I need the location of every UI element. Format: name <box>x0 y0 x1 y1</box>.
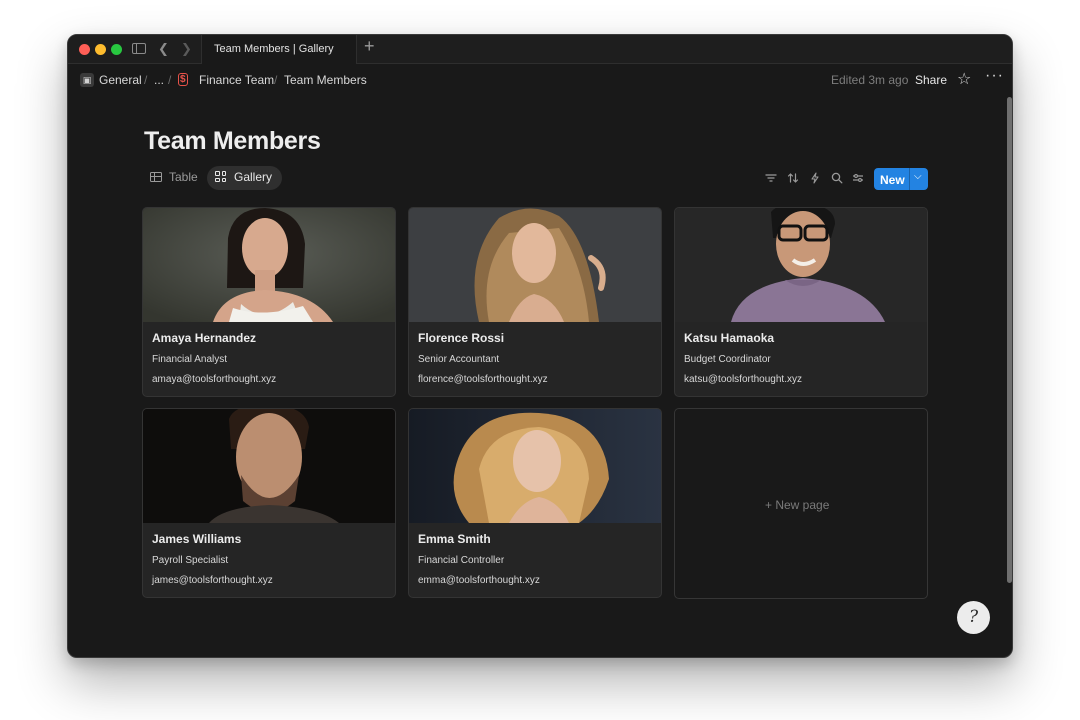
card-email: emma@toolsforthought.xyz <box>418 575 540 586</box>
tab-bar: ❮ ❯ Team Members | Gallery + <box>68 35 1012 64</box>
scrollbar[interactable] <box>1006 97 1012 653</box>
breadcrumb-separator: / <box>168 73 172 87</box>
profile-photo <box>143 409 395 523</box>
share-button[interactable]: Share <box>915 73 947 87</box>
card-email: amaya@toolsforthought.xyz <box>152 374 277 385</box>
tab-title: Team Members | Gallery <box>214 43 334 55</box>
gallery-icon <box>215 171 227 183</box>
breadcrumb-separator: / <box>274 73 278 87</box>
minimize-window-button[interactable] <box>95 44 106 55</box>
new-button-label: New <box>880 173 905 187</box>
page-header: ▣ General / ... / $ Finance Team / Team … <box>68 65 1012 95</box>
star-icon[interactable]: ☆ <box>957 69 971 89</box>
profile-photo <box>675 208 927 322</box>
gallery-card-james[interactable]: James Williams Payroll Specialist james@… <box>142 408 396 598</box>
card-email: james@toolsforthought.xyz <box>152 575 273 586</box>
breadcrumb-general[interactable]: General <box>99 73 142 87</box>
card-name: Katsu Hamaoka <box>684 331 775 345</box>
view-tab-table[interactable]: Table <box>142 166 208 190</box>
back-arrow-icon[interactable]: ❮ <box>158 41 169 57</box>
more-options-icon[interactable]: ··· <box>985 67 1004 85</box>
scrollbar-thumb[interactable] <box>1007 97 1012 583</box>
zoom-window-button[interactable] <box>111 44 122 55</box>
card-role: Senior Accountant <box>418 354 500 365</box>
view-tab-gallery[interactable]: Gallery <box>207 166 283 190</box>
table-icon <box>150 172 162 182</box>
profile-photo <box>409 409 661 523</box>
sidebar-toggle-icon[interactable] <box>132 43 146 54</box>
finance-team-icon: $ <box>178 73 188 86</box>
gallery-card-florence[interactable]: Florence Rossi Senior Accountant florenc… <box>408 207 662 397</box>
card-role: Payroll Specialist <box>152 555 229 566</box>
browser-window: ❮ ❯ Team Members | Gallery + ▣ General /… <box>67 34 1013 658</box>
breadcrumb-separator: / <box>144 73 148 87</box>
card-name: Florence Rossi <box>418 331 505 345</box>
view-tab-label: Gallery <box>234 170 273 184</box>
card-email: katsu@toolsforthought.xyz <box>684 374 802 385</box>
close-window-button[interactable] <box>79 44 90 55</box>
card-name: Amaya Hernandez <box>152 331 257 345</box>
gallery-card-emma[interactable]: Emma Smith Financial Controller emma@too… <box>408 408 662 598</box>
forward-arrow-icon[interactable]: ❯ <box>181 41 192 57</box>
card-name: James Williams <box>152 532 242 546</box>
card-role: Financial Analyst <box>152 354 228 365</box>
gallery-card-katsu[interactable]: Katsu Hamaoka Budget Coordinator katsu@t… <box>674 207 928 397</box>
chevron-down-icon[interactable]: ⌵ <box>914 171 922 182</box>
sort-icon[interactable] <box>787 172 799 187</box>
breadcrumb-finance-team[interactable]: Finance Team <box>199 73 274 87</box>
filter-icon[interactable] <box>765 172 777 187</box>
edited-status: Edited 3m ago <box>831 73 909 87</box>
building-icon: ▣ <box>80 73 94 87</box>
gallery-card-amaya[interactable]: Amaya Hernandez Financial Analyst amaya@… <box>142 207 396 397</box>
card-name: Emma Smith <box>418 532 491 546</box>
plus-icon[interactable]: + <box>364 37 375 55</box>
page-title[interactable]: Team Members <box>144 127 321 156</box>
profile-photo <box>409 208 661 322</box>
new-button-divider <box>909 168 910 190</box>
new-button[interactable]: New ⌵ <box>874 168 928 190</box>
card-role: Financial Controller <box>418 555 505 566</box>
active-tab[interactable]: Team Members | Gallery <box>201 35 357 64</box>
settings-sliders-icon[interactable] <box>852 172 864 187</box>
search-icon[interactable] <box>831 172 843 187</box>
card-email: florence@toolsforthought.xyz <box>418 374 548 385</box>
breadcrumb-ellipsis[interactable]: ... <box>154 73 164 87</box>
card-role: Budget Coordinator <box>684 354 771 365</box>
assistant-icon[interactable]: ? <box>957 601 990 634</box>
profile-photo <box>143 208 395 322</box>
new-page-label: + New page <box>765 498 830 512</box>
breadcrumb-team-members[interactable]: Team Members <box>284 73 367 87</box>
view-tab-label: Table <box>169 170 198 184</box>
new-page-card[interactable]: + New page <box>674 408 928 599</box>
lightning-icon[interactable] <box>810 172 820 187</box>
